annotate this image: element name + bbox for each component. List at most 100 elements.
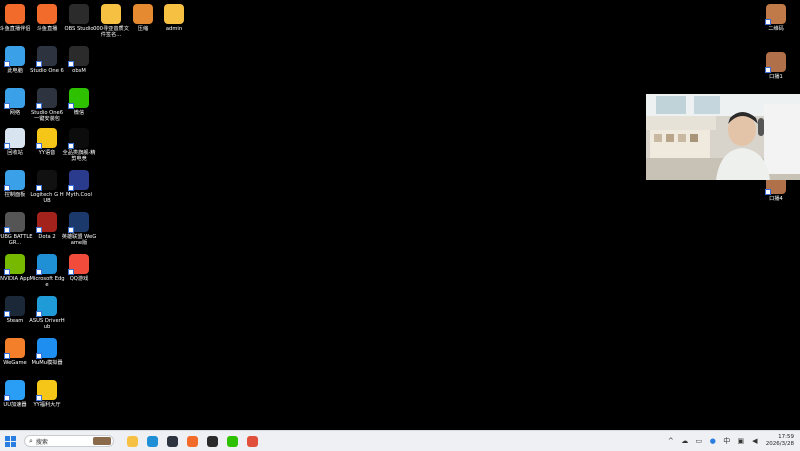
desktop-icon-label: 全品类旗舰-精剪电竞 xyxy=(62,150,96,163)
shortcut-arrow-icon xyxy=(36,185,42,191)
logitech-ghub-icon xyxy=(36,170,57,191)
nvidia-icon xyxy=(4,254,25,275)
shortcut-arrow-icon xyxy=(68,61,74,67)
desktop-icon-obsm[interactable]: obsM xyxy=(63,46,95,74)
shortcut-arrow-icon xyxy=(4,269,10,275)
taskbar-search-box[interactable]: ⌕ 搜索 xyxy=(24,435,114,447)
desktop-icon-yy-welfare[interactable]: YY福利大厅 xyxy=(31,380,63,408)
pubg-icon xyxy=(4,212,25,233)
qq-games-icon xyxy=(68,254,89,275)
clock[interactable]: 17:59 2026/3/28 xyxy=(766,434,794,448)
taskbar-app-wechat[interactable] xyxy=(225,434,239,448)
desktop-icon-qq-games[interactable]: QQ游戏 xyxy=(63,254,95,282)
folder-icon xyxy=(101,4,121,24)
asus-driverhub-icon xyxy=(36,296,57,317)
desktop-icon-studio-one[interactable]: Studio One 6 xyxy=(30,46,64,74)
shortcut-arrow-icon xyxy=(765,67,771,73)
desktop-icon-label: 英雄联盟 WeGame版 xyxy=(61,234,97,247)
microphone-icon[interactable]: ● xyxy=(708,436,718,446)
cloud-icon[interactable]: ☁ xyxy=(680,436,690,446)
desktop-icon-esports-app[interactable]: 全品类旗舰-精剪电竞 xyxy=(62,128,96,163)
desktop-icon-user-folder[interactable]: admin xyxy=(158,4,190,32)
taskbar-app-douyu-companion[interactable] xyxy=(245,434,259,448)
network-icon[interactable]: ▣ xyxy=(736,436,746,446)
wechat-icon xyxy=(68,88,89,109)
webcam-overlay xyxy=(646,94,800,180)
taskbar-app-douyu[interactable] xyxy=(185,434,199,448)
taskbar: ⌕ 搜索 ^ ☁ ▭ ● 中 ▣ ◀ 17:59 2026/3/28 xyxy=(0,430,800,451)
edge-icon xyxy=(36,254,57,275)
desktop-icon-myth-cool[interactable]: Myth.Cool xyxy=(63,170,95,198)
desktop-icon-label: Microsoft Edge xyxy=(29,276,65,289)
chevron-up-icon[interactable]: ^ xyxy=(666,436,676,446)
desktop-icon-steam[interactable]: Steam xyxy=(0,296,31,324)
desktop-icon-logitech-ghub[interactable]: Logitech G HUB xyxy=(30,170,64,205)
desktop-icon-douyu-live[interactable]: 斗鱼直播 xyxy=(31,4,63,32)
language-icon[interactable]: 中 xyxy=(722,436,732,446)
desktop-icon-league-of-legends[interactable]: 英雄联盟 WeGame版 xyxy=(61,212,97,247)
shortcut-arrow-icon xyxy=(4,61,10,67)
archive-icon xyxy=(133,4,153,24)
yy-voice-icon xyxy=(36,128,57,149)
desktop-icon-label: Dota 2 xyxy=(38,234,56,240)
desktop-icon-wechat[interactable]: 微信 xyxy=(63,88,95,116)
douyu-companion-icon xyxy=(246,435,258,447)
desktop-icon-label: 口播4 xyxy=(769,196,783,202)
desktop-icon-nvidia[interactable]: NVIDIA App xyxy=(0,254,31,282)
desktop-icon-label: Studio One6 一键安装包 xyxy=(30,110,64,123)
desktop-icon-uu-accelerator[interactable]: UU加速器 xyxy=(0,380,31,408)
display-icon[interactable]: ▭ xyxy=(694,436,704,446)
shortcut-arrow-icon xyxy=(765,189,771,195)
desktop-icon-network[interactable]: 网络 xyxy=(0,88,31,116)
myth-cool-icon xyxy=(68,170,89,191)
yy-welfare-icon xyxy=(36,380,57,401)
desktop-icon-asus-driverhub[interactable]: ASUS DriverHub xyxy=(29,296,65,331)
taskbar-app-edge[interactable] xyxy=(145,434,159,448)
search-icon: ⌕ xyxy=(29,436,33,445)
esports-app-icon xyxy=(68,128,89,149)
dota2-icon xyxy=(36,212,57,233)
desktop-icon-label: Myth.Cool xyxy=(66,192,92,198)
shortcut-arrow-icon xyxy=(4,311,10,317)
desktop-icon-wegame[interactable]: WeGame xyxy=(0,338,31,366)
file-explorer-icon xyxy=(126,435,138,447)
desktop-icon-dota2[interactable]: Dota 2 xyxy=(31,212,63,240)
douyu-live-icon xyxy=(37,4,57,24)
desktop-icon-studio-one-installer[interactable]: Studio One6 一键安装包 xyxy=(31,88,63,123)
taskbar-app-file-explorer[interactable] xyxy=(125,434,139,448)
desktop-icon-script-file[interactable]: 口播1 xyxy=(760,52,792,80)
taskbar-app-obs[interactable] xyxy=(205,434,219,448)
mumu-emulator-icon xyxy=(36,338,57,359)
league-of-legends-icon xyxy=(68,212,89,233)
desktop-icon-qr-code[interactable]: 二维码 xyxy=(760,4,792,32)
shortcut-arrow-icon xyxy=(36,143,42,149)
script-file-icon xyxy=(765,52,786,73)
shortcut-arrow-icon xyxy=(4,103,10,109)
shortcut-arrow-icon xyxy=(68,269,74,275)
start-button[interactable] xyxy=(3,434,17,448)
wegame-icon xyxy=(4,338,25,359)
search-highlight-icon xyxy=(93,437,111,445)
desktop-icon-this-pc[interactable]: 此电脑 xyxy=(0,46,31,74)
volume-icon[interactable]: ◀ xyxy=(750,436,760,446)
shortcut-arrow-icon xyxy=(36,353,42,359)
desktop-icon-control-panel[interactable]: 控制面板 xyxy=(0,170,31,198)
taskbar-app-obs-studio[interactable] xyxy=(165,434,179,448)
shortcut-arrow-icon xyxy=(68,185,74,191)
desktop-icon-label: obsM xyxy=(72,68,86,74)
desktop-icon-archive[interactable]: 压缩 xyxy=(127,4,159,32)
shortcut-arrow-icon xyxy=(36,227,42,233)
desktop-icon-obs-studio[interactable]: OBS Studio xyxy=(63,4,95,32)
desktop-icon-recycle-bin[interactable]: 回收站 xyxy=(0,128,31,156)
desktop-icon-mumu-emulator[interactable]: MuMu模拟器 xyxy=(31,338,63,366)
shortcut-arrow-icon xyxy=(4,185,10,191)
desktop-icon-label: 二维码 xyxy=(768,26,784,32)
user-folder-icon xyxy=(164,4,184,24)
desktop-icon-folder[interactable]: 000寻亚音质文件签名... xyxy=(93,4,129,39)
desktop-icon-label: OBS Studio xyxy=(64,26,94,32)
obs-icon xyxy=(206,435,218,447)
desktop-icon-pubg[interactable]: PUBG BATTLEGR... xyxy=(0,212,33,247)
desktop-icon-douyu-companion[interactable]: 斗鱼直播伴侣 xyxy=(0,4,31,32)
desktop-icon-yy-voice[interactable]: YY语音 xyxy=(31,128,63,156)
desktop-icon-edge[interactable]: Microsoft Edge xyxy=(29,254,65,289)
